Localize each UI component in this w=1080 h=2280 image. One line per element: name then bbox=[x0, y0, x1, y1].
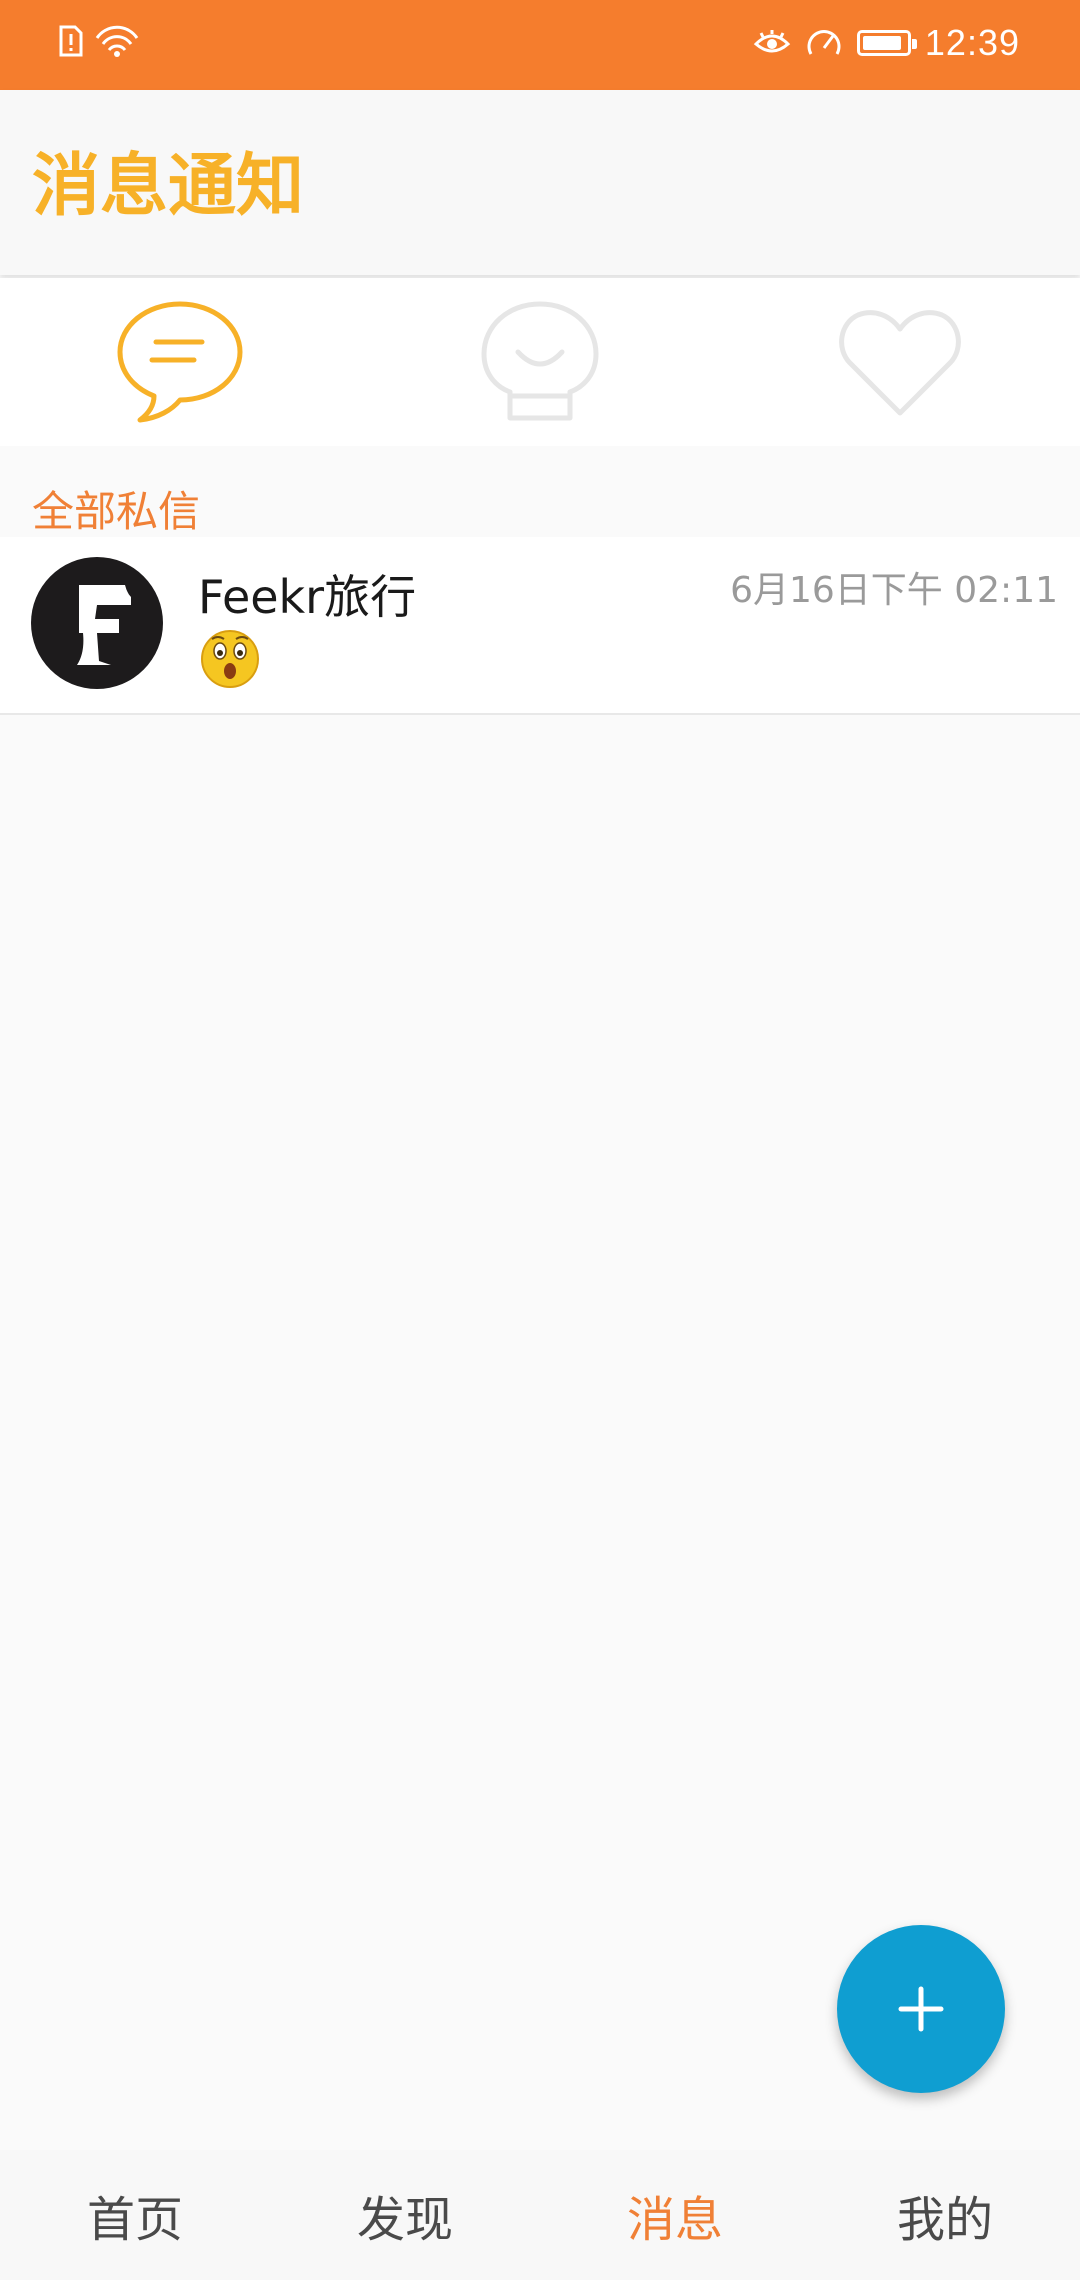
nav-home[interactable]: 首页 bbox=[0, 2150, 270, 2280]
tab-messages[interactable] bbox=[0, 278, 360, 446]
chat-bubble-icon bbox=[117, 301, 243, 423]
heart-icon bbox=[839, 310, 961, 416]
notification-tabs bbox=[0, 278, 1080, 446]
tab-favorites[interactable] bbox=[720, 278, 1080, 446]
nav-discover[interactable]: 发现 bbox=[270, 2150, 540, 2280]
compose-button[interactable] bbox=[837, 1925, 1005, 2093]
eye-icon bbox=[753, 30, 791, 53]
plus-icon bbox=[898, 1986, 944, 2032]
status-bar: 12:39 bbox=[0, 0, 1080, 90]
section-label-all-messages: 全部私信 bbox=[32, 487, 201, 536]
battery-level bbox=[862, 36, 901, 50]
status-time: 12:39 bbox=[924, 22, 1020, 63]
contacts-icon bbox=[481, 301, 599, 421]
tab-contacts[interactable] bbox=[360, 278, 720, 446]
surprised-emoji-icon bbox=[201, 630, 259, 688]
message-time: 6月16日下午 02:11 bbox=[730, 570, 1058, 611]
sim-alert-icon bbox=[59, 25, 83, 57]
feekr-logo-icon bbox=[77, 585, 131, 665]
status-right: 12:39 bbox=[753, 22, 1020, 64]
wifi-icon bbox=[95, 25, 139, 57]
page-title: 消息通知 bbox=[32, 147, 305, 226]
message-list-item[interactable]: Feekr旅行 6月16日下午 02:11 bbox=[0, 537, 1080, 715]
page-header: 消息通知 bbox=[0, 90, 1080, 275]
message-sender: Feekr旅行 bbox=[198, 570, 417, 624]
nav-messages[interactable]: 消息 bbox=[540, 2150, 810, 2280]
battery-icon bbox=[856, 30, 917, 56]
avatar bbox=[31, 557, 163, 689]
speed-icon bbox=[807, 30, 841, 55]
bottom-nav: 首页 发现 消息 我的 bbox=[0, 2150, 1080, 2280]
status-left bbox=[58, 24, 140, 58]
nav-me[interactable]: 我的 bbox=[810, 2150, 1080, 2280]
